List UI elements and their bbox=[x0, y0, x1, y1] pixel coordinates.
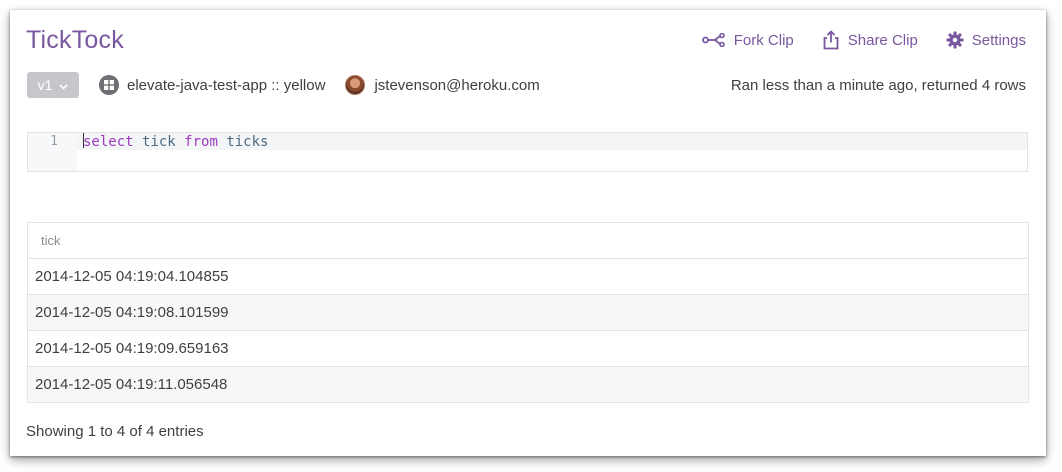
settings-label: Settings bbox=[971, 31, 1026, 49]
clip-meta: v1 elevate-java-test-app :: yellow jstev… bbox=[27, 72, 1026, 98]
database-name: elevate-java-test-app :: yellow bbox=[127, 76, 326, 94]
results-summary: Showing 1 to 4 of 4 entries bbox=[26, 423, 204, 440]
toolbar: Fork Clip Share Clip Settings bbox=[701, 30, 1026, 50]
table-row: 2014-12-05 04:19:11.056548 bbox=[28, 367, 1028, 403]
table-row: 2014-12-05 04:19:04.104855 bbox=[28, 259, 1028, 295]
fork-icon bbox=[701, 33, 726, 47]
run-status: Ran less than a minute ago, returned 4 r… bbox=[730, 76, 1026, 94]
header: TickTock Fork Clip Share Clip Settings bbox=[26, 20, 1026, 60]
sql-keyword: from bbox=[184, 134, 218, 150]
user-email: jstevenson@heroku.com bbox=[374, 76, 540, 94]
database-info[interactable]: elevate-java-test-app :: yellow bbox=[99, 75, 325, 95]
clip-title: TickTock bbox=[26, 25, 124, 54]
line-number: 1 bbox=[50, 134, 58, 149]
gear-icon bbox=[946, 31, 964, 49]
results-table: tick 2014-12-05 04:19:04.104855 2014-12-… bbox=[27, 222, 1029, 403]
share-clip-button[interactable]: Share Clip bbox=[822, 30, 918, 50]
avatar bbox=[345, 75, 366, 95]
sql-space bbox=[134, 134, 142, 150]
fork-clip-label: Fork Clip bbox=[733, 31, 794, 49]
table-row: 2014-12-05 04:19:08.101599 bbox=[28, 295, 1028, 331]
user-info: jstevenson@heroku.com bbox=[345, 75, 540, 95]
sql-keyword: select bbox=[83, 134, 134, 150]
column-header-tick[interactable]: tick bbox=[28, 223, 1028, 259]
sql-editor[interactable]: 1 select tick from ticks bbox=[27, 132, 1028, 172]
sql-identifier: tick bbox=[142, 134, 176, 150]
database-grid-icon bbox=[99, 75, 119, 95]
version-select[interactable]: v1 bbox=[27, 72, 79, 98]
code-line[interactable]: select tick from ticks bbox=[77, 133, 1027, 150]
share-clip-label: Share Clip bbox=[847, 31, 918, 49]
sql-identifier: ticks bbox=[226, 134, 269, 150]
chevron-down-icon bbox=[59, 77, 68, 93]
sql-space bbox=[176, 134, 184, 150]
version-label: v1 bbox=[37, 77, 53, 93]
clip-window: TickTock Fork Clip Share Clip Settings v… bbox=[10, 10, 1046, 456]
settings-button[interactable]: Settings bbox=[946, 31, 1026, 49]
fork-clip-button[interactable]: Fork Clip bbox=[701, 31, 794, 49]
share-icon bbox=[822, 30, 840, 50]
table-row: 2014-12-05 04:19:09.659163 bbox=[28, 331, 1028, 367]
editor-gutter: 1 bbox=[28, 133, 77, 171]
